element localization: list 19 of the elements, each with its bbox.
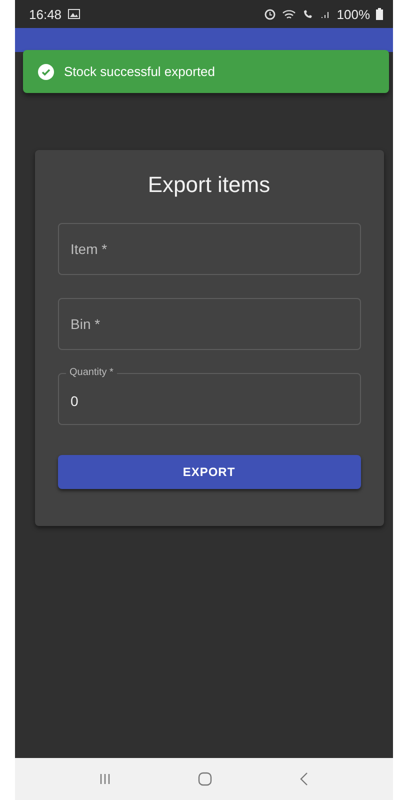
check-circle-icon [38,64,54,80]
battery-icon [376,8,383,20]
field-label: Bin * [70,316,100,332]
field-value: 0 [70,393,78,409]
recent-apps-icon[interactable] [98,773,111,785]
call-icon [302,8,315,20]
field-label: Quantity * [66,367,118,379]
snackbar-message: Stock successful exported [64,64,216,79]
field-label: Item * [70,241,108,257]
image-icon [68,9,80,19]
clock-time: 16:48 [29,6,62,22]
battery-percent: 100% [336,6,370,22]
export-button[interactable]: EXPORT [58,455,360,489]
alarm-icon [264,8,276,20]
card-title: Export items [146,172,272,198]
wifi-icon [282,8,296,20]
back-icon[interactable] [299,772,310,786]
home-icon[interactable] [198,772,212,786]
signal-icon [320,9,331,19]
